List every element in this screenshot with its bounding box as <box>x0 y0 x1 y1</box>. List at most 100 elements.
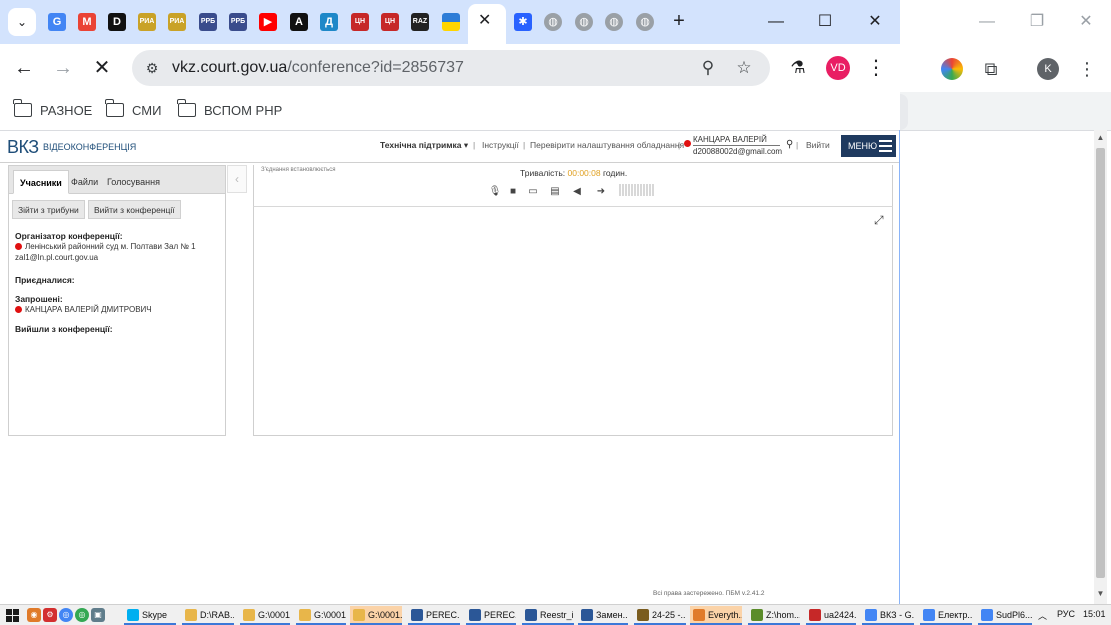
exit-icon[interactable]: ➜ <box>594 185 608 199</box>
pin-icon[interactable]: ⚲ <box>786 139 794 151</box>
cn-favicon[interactable]: ЦН <box>351 13 369 31</box>
bookmark-folder-smi[interactable]: СМИ <box>105 99 161 120</box>
taskbar-item[interactable]: G:\0001... <box>296 606 346 625</box>
gmail-favicon[interactable]: M <box>78 13 96 31</box>
maximize-window-icon[interactable]: ☐ <box>813 10 837 34</box>
bookmark-folder-vspom[interactable]: ВСПОМ РНР <box>177 99 282 120</box>
new-tab-plus-icon[interactable]: + <box>668 10 690 32</box>
address-bar[interactable]: ⚙ vkz.court.gov.ua/conference?id=2856737… <box>132 50 770 86</box>
close-tab-icon[interactable]: ✕ <box>478 10 491 30</box>
scrollbar-thumb[interactable] <box>1096 148 1105 578</box>
restore-icon[interactable]: ❐ <box>1025 10 1049 34</box>
support-dropdown[interactable]: Технічна підтримка ▾ <box>380 140 468 151</box>
page-scrollbar[interactable]: ▲ ▼ <box>1094 130 1107 604</box>
active-tab[interactable]: ✕ <box>468 4 506 44</box>
windows-start-icon[interactable] <box>6 609 19 622</box>
bookmark-star-icon[interactable]: ☆ <box>734 58 754 78</box>
duration: Тривалість: 00:00:08 годин. <box>520 168 628 178</box>
tab-files[interactable]: Файли <box>65 170 104 194</box>
quicklaunch-chrome-icon[interactable]: ◎ <box>59 608 73 622</box>
taskbar-item[interactable]: PEREC... <box>466 606 516 625</box>
back-arrow-icon[interactable]: ← <box>12 56 36 80</box>
d-favicon[interactable]: D <box>108 13 126 31</box>
profile-avatar-k[interactable]: K <box>1037 58 1059 80</box>
menu-button[interactable]: МЕНЮ <box>841 135 896 157</box>
rrb-favicon[interactable]: РРБ <box>199 13 217 31</box>
app-icon <box>637 609 649 621</box>
taskbar-item[interactable]: 24-25 -... <box>634 606 686 625</box>
taskbar-item[interactable]: Замен... <box>578 606 628 625</box>
quicklaunch-chrome-icon-2[interactable]: ◎ <box>75 608 89 622</box>
minimize-window-icon[interactable]: — <box>764 10 788 34</box>
globe-tab-favicon-3[interactable]: ◍ <box>605 13 623 31</box>
leave-tribune-button[interactable]: Зійти з трибуни <box>12 200 85 219</box>
bookmark-folder-raznoe[interactable]: РАЗНОЕ <box>13 99 92 120</box>
tray-expand-chevron-icon[interactable]: ︿ <box>1038 609 1047 622</box>
zoom-icon[interactable]: ⚲ <box>698 58 718 78</box>
microphone-icon[interactable]: 🎙 <box>488 185 502 199</box>
raz-favicon[interactable]: RAZ <box>411 13 429 31</box>
close-window-icon[interactable]: ✕ <box>863 10 887 34</box>
flag-favicon[interactable] <box>442 13 460 31</box>
site-logo[interactable]: ВКЗ <box>7 137 39 158</box>
background-omnibox[interactable] <box>900 94 908 130</box>
quicklaunch-icon-5[interactable]: ▣ <box>91 608 105 622</box>
stop-loading-icon[interactable]: ✕ <box>90 56 114 80</box>
taskbar-item[interactable]: SudPl6... <box>978 606 1032 625</box>
scroll-down-icon[interactable]: ▼ <box>1094 588 1107 600</box>
color-extension-icon[interactable] <box>941 58 963 80</box>
minimize-icon[interactable]: — <box>975 10 999 34</box>
globe-tab-favicon[interactable]: ◍ <box>544 13 562 31</box>
extension-tab-favicon[interactable]: ✱ <box>514 13 532 31</box>
a-favicon[interactable]: A <box>290 13 308 31</box>
video-area[interactable]: ⤢ <box>253 206 893 436</box>
ria-favicon-2[interactable]: РИА <box>168 13 186 31</box>
quicklaunch-icon-1[interactable]: ◉ <box>27 608 41 622</box>
taskbar-item[interactable]: D:\RAB... <box>182 606 234 625</box>
url-text[interactable]: vkz.court.gov.ua/conference?id=2856737 <box>172 59 464 77</box>
taskbar-item[interactable]: ВКЗ - G... <box>862 606 914 625</box>
d-ua-favicon[interactable]: Д <box>320 13 338 31</box>
globe-tab-favicon-4[interactable]: ◍ <box>636 13 654 31</box>
quicklaunch-icon-2[interactable]: ⚙ <box>43 608 57 622</box>
tab-voting[interactable]: Голосування <box>101 170 166 194</box>
globe-tab-favicon-2[interactable]: ◍ <box>575 13 593 31</box>
taskbar-item[interactable]: Skype <box>124 606 176 625</box>
megaphone-icon[interactable]: ◀ <box>570 185 584 199</box>
taskbar-item[interactable]: G:\0001... <box>350 606 402 625</box>
taskbar-item[interactable]: G:\0001... <box>240 606 290 625</box>
document-icon[interactable]: ▤ <box>548 185 562 199</box>
check-settings-link[interactable]: Перевірити налаштування обладнання <box>530 140 684 150</box>
taskbar-item[interactable]: PEREC... <box>408 606 460 625</box>
site-info-icon[interactable]: ⚙ <box>142 58 162 78</box>
leave-conference-button[interactable]: Вийти з конференції <box>88 200 181 219</box>
ria-favicon[interactable]: РИА <box>138 13 156 31</box>
labs-flask-icon[interactable]: ⚗ <box>786 56 810 80</box>
logout-link[interactable]: Вийти <box>806 140 830 150</box>
forward-arrow-icon[interactable]: → <box>51 56 75 80</box>
taskbar-item[interactable]: Z:\hom... <box>748 606 800 625</box>
instructions-link[interactable]: Інструкції <box>482 140 519 150</box>
profile-avatar[interactable]: VD <box>826 56 850 80</box>
clock[interactable]: 15:01 <box>1083 609 1106 619</box>
google-favicon[interactable]: G <box>48 13 66 31</box>
taskbar-item[interactable]: Reestr_i... <box>522 606 574 625</box>
tab-search-chevron-icon[interactable]: ⌄ <box>8 8 36 36</box>
input-language[interactable]: РУС <box>1057 609 1075 619</box>
taskbar-item[interactable]: Електр... <box>920 606 972 625</box>
close-icon[interactable]: ✕ <box>1074 10 1098 34</box>
screen-share-icon[interactable]: ▭ <box>526 185 540 199</box>
puzzle-extension-icon[interactable]: ⧉ <box>980 58 1002 80</box>
scroll-up-icon[interactable]: ▲ <box>1094 132 1107 144</box>
taskbar-item[interactable]: ua2424... <box>806 606 856 625</box>
collapse-panel-chevron-icon[interactable]: ‹ <box>227 165 247 193</box>
browser-menu-icon[interactable]: ⋮ <box>864 56 888 80</box>
fullscreen-expand-icon[interactable]: ⤢ <box>874 214 886 226</box>
kebab-menu-icon[interactable]: ⋮ <box>1076 58 1098 80</box>
cn-favicon-2[interactable]: ЦН <box>381 13 399 31</box>
tab-participants[interactable]: Учасники <box>13 170 69 194</box>
camera-icon[interactable]: ■ <box>506 185 520 199</box>
youtube-favicon[interactable]: ▶ <box>259 13 277 31</box>
rrb-favicon-2[interactable]: РРБ <box>229 13 247 31</box>
taskbar-item[interactable]: Everyth... <box>690 606 742 625</box>
